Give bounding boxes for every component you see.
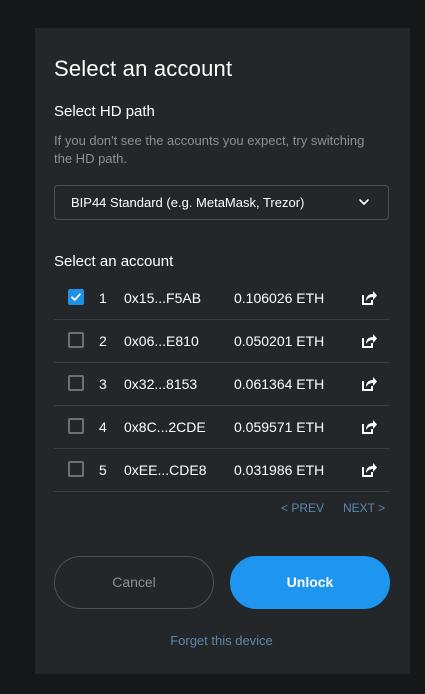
next-page-button[interactable]: NEXT > xyxy=(343,501,385,515)
accounts-list: 1 0x15...F5AB 0.106026 ETH 2 0x06...E810… xyxy=(54,277,389,492)
hd-path-help-text: If you don't see the accounts you expect… xyxy=(54,133,365,166)
account-row[interactable]: 2 0x06...E810 0.050201 ETH xyxy=(54,320,389,363)
account-index: 2 xyxy=(99,333,107,349)
external-link-icon[interactable] xyxy=(360,289,378,307)
account-balance: 0.106026 ETH xyxy=(234,290,325,306)
dialog-title: Select an account xyxy=(54,56,233,81)
account-address: 0x15...F5AB xyxy=(124,290,202,306)
account-checkbox[interactable] xyxy=(68,418,84,434)
account-checkbox[interactable] xyxy=(68,375,84,391)
hd-path-selected-value: BIP44 Standard (e.g. MetaMask, Trezor) xyxy=(71,195,305,210)
account-index: 3 xyxy=(99,376,107,392)
account-balance: 0.031986 ETH xyxy=(234,462,325,478)
account-address: 0xEE...CDE8 xyxy=(124,462,207,478)
account-checkbox[interactable] xyxy=(68,289,84,305)
account-row[interactable]: 5 0xEE...CDE8 0.031986 ETH xyxy=(54,449,389,492)
external-link-icon[interactable] xyxy=(360,418,378,436)
external-link-icon[interactable] xyxy=(360,375,378,393)
hd-path-select[interactable]: BIP44 Standard (e.g. MetaMask, Trezor) xyxy=(54,185,389,220)
account-balance: 0.061364 ETH xyxy=(234,376,325,392)
account-row[interactable]: 1 0x15...F5AB 0.106026 ETH xyxy=(54,277,389,320)
account-index: 5 xyxy=(99,462,107,478)
account-address: 0x32...8153 xyxy=(124,376,198,392)
hd-path-heading: Select HD path xyxy=(54,103,155,120)
select-account-dialog: Select an account Select HD path If you … xyxy=(35,28,410,674)
account-balance: 0.059571 ETH xyxy=(234,419,325,435)
account-index: 1 xyxy=(99,290,107,306)
cancel-button[interactable]: Cancel xyxy=(54,556,214,609)
external-link-icon[interactable] xyxy=(360,332,378,350)
account-checkbox[interactable] xyxy=(68,332,84,348)
account-checkbox[interactable] xyxy=(68,461,84,477)
accounts-heading: Select an account xyxy=(54,253,174,270)
unlock-button[interactable]: Unlock xyxy=(230,556,390,609)
check-icon xyxy=(71,293,81,301)
chevron-down-icon xyxy=(359,199,369,205)
account-row[interactable]: 4 0x8C...2CDE 0.059571 ETH xyxy=(54,406,389,449)
account-row[interactable]: 3 0x32...8153 0.061364 ETH xyxy=(54,363,389,406)
account-index: 4 xyxy=(99,419,107,435)
prev-page-button[interactable]: < PREV xyxy=(281,501,324,515)
account-address: 0x06...E810 xyxy=(124,333,199,349)
forget-device-link[interactable]: Forget this device xyxy=(35,633,408,648)
account-address: 0x8C...2CDE xyxy=(124,419,206,435)
external-link-icon[interactable] xyxy=(360,461,378,479)
account-balance: 0.050201 ETH xyxy=(234,333,325,349)
